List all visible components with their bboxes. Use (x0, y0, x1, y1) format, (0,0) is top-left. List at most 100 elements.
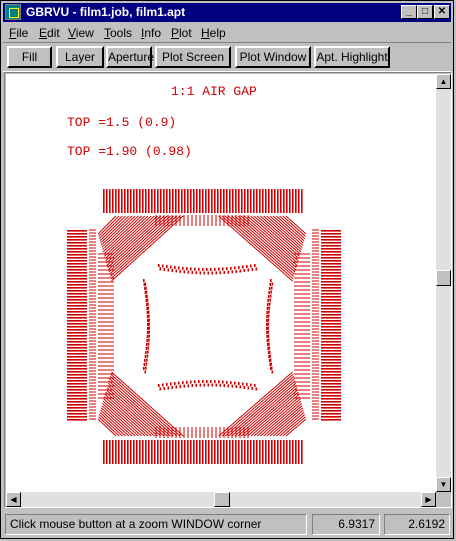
pad (199, 189, 201, 213)
pad (67, 290, 87, 292)
menu-tools[interactable]: Tools (104, 26, 132, 40)
horizontal-scrollbar[interactable]: ◀ ▶ (6, 492, 436, 507)
scroll-down-button[interactable]: ▼ (436, 477, 451, 492)
plot-screen-button[interactable]: Plot Screen (155, 46, 231, 68)
inner-pad (143, 279, 145, 282)
horizontal-scroll-thumb[interactable] (214, 492, 230, 507)
pad (253, 189, 255, 213)
menu-edit[interactable]: Edit (39, 26, 60, 40)
inner-pad (251, 268, 254, 272)
pad (67, 287, 87, 289)
pad (321, 365, 341, 367)
inner-pad (247, 268, 250, 272)
pad (112, 440, 114, 464)
pad (321, 245, 341, 247)
pad (321, 329, 341, 331)
pad (190, 189, 192, 213)
pad (67, 284, 87, 286)
inner-pad (255, 267, 258, 271)
inner-pad (266, 315, 268, 318)
inner-pad (146, 339, 148, 342)
fanout-traces (89, 215, 319, 438)
pad (184, 440, 186, 464)
inner-pad (255, 387, 258, 391)
vertical-scroll-thumb[interactable] (436, 270, 451, 286)
trace (105, 215, 158, 264)
pad (295, 189, 297, 213)
inner-pad (158, 384, 160, 387)
inner-pad (167, 268, 170, 272)
menu-plot[interactable]: Plot (171, 26, 192, 40)
pad (274, 189, 276, 213)
trace (256, 215, 301, 255)
pad (145, 440, 147, 464)
pad (220, 189, 222, 213)
drawing-heading: 1:1 AIR GAP (171, 84, 257, 99)
pad (67, 245, 87, 247)
inner-pad (146, 331, 149, 334)
pad (321, 386, 341, 388)
menu-plot-label: lot (179, 26, 192, 40)
pad (321, 362, 341, 364)
pad (321, 296, 341, 298)
trace (105, 391, 155, 437)
layer-button[interactable]: Layer (56, 46, 104, 68)
pad (321, 275, 341, 277)
close-button[interactable]: ✕ (434, 5, 450, 19)
plot-window-button[interactable]: Plot Window (235, 46, 311, 68)
pad (151, 189, 153, 213)
inner-pad (266, 319, 268, 322)
pad (238, 440, 240, 464)
menu-file[interactable]: File (9, 26, 28, 40)
pad (175, 440, 177, 464)
status-bar: Click mouse button at a zoom WINDOW corn… (3, 511, 453, 538)
menu-help[interactable]: Help (201, 26, 226, 40)
title-bar[interactable]: GBRVU - film1.job, film1.apt _ □ ✕ (3, 3, 451, 22)
menu-view[interactable]: View (68, 26, 94, 40)
pad (268, 189, 270, 213)
pad (262, 189, 264, 213)
pad (118, 189, 120, 213)
vertical-scrollbar[interactable]: ▲ ▼ (436, 74, 451, 492)
pad (184, 189, 186, 213)
pad (67, 317, 87, 319)
inner-pad (146, 307, 148, 310)
pad (127, 189, 129, 213)
menu-info[interactable]: Info (141, 26, 161, 40)
inner-pad (178, 381, 180, 385)
pad (67, 311, 87, 313)
pad (67, 233, 87, 235)
pad (321, 416, 341, 418)
pad (67, 404, 87, 406)
inner-pad (227, 384, 230, 388)
pad (265, 440, 267, 464)
scroll-left-button[interactable]: ◀ (6, 492, 21, 507)
pad (244, 189, 246, 213)
scroll-right-button[interactable]: ▶ (421, 492, 436, 507)
apt-highlight-button[interactable]: Apt. Highlight (314, 46, 390, 68)
pad (292, 189, 294, 213)
minimize-button[interactable]: _ (401, 5, 417, 19)
pad (298, 440, 300, 464)
inner-pad (267, 351, 270, 354)
pad (253, 440, 255, 464)
app-icon[interactable] (5, 4, 21, 20)
fill-button[interactable]: Fill (7, 46, 52, 68)
pad (139, 189, 141, 213)
gerber-canvas[interactable]: 1:1 AIR GAP TOP =1.5 (0.9) TOP =1.90 (0.… (6, 74, 436, 492)
pad (67, 371, 87, 373)
trace (102, 215, 142, 253)
inner-pad (266, 335, 268, 338)
pad (67, 350, 87, 352)
pad (205, 189, 207, 213)
maximize-button[interactable]: □ (417, 5, 433, 19)
trace (101, 405, 136, 437)
scroll-up-button[interactable]: ▲ (436, 74, 451, 89)
inner-pad (144, 359, 146, 362)
pad (321, 335, 341, 337)
inner-pad (194, 380, 196, 384)
pad (157, 189, 159, 213)
inner-pad (146, 327, 149, 330)
aperture-button[interactable]: Aperture (106, 46, 154, 68)
pad (321, 413, 341, 415)
